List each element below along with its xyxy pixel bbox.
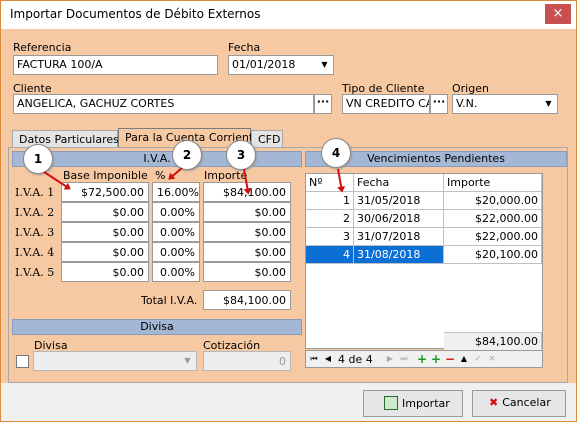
cancelar-label: Cancelar [502,396,551,409]
iva-row-label: I.V.A. 3 [15,226,55,239]
percent-input[interactable]: 0.00% [152,262,200,282]
percent-input[interactable]: 16.00% [152,182,200,202]
close-icon: × [552,6,564,21]
iva-band: I.V.A. [12,151,302,167]
total-iva-label: Total I.V.A. [141,294,198,307]
percent-input[interactable]: 0.00% [152,222,200,242]
cell-fecha[interactable]: 31/08/2018 [354,246,444,264]
cell-n[interactable]: 4 [306,246,354,264]
importe-input[interactable]: $0.00 [203,202,291,222]
import-dialog: Importar Documentos de Débito Externos ×… [0,0,577,422]
cancel-edit-icon[interactable]: ✕ [486,352,498,366]
tipo-cliente-input[interactable]: VN CREDITO CAS. [342,94,430,114]
col-base-imponible: Base Imponible [63,169,148,182]
title-bar: Importar Documentos de Débito Externos × [1,1,576,29]
iva-row-label: I.V.A. 1 [15,186,55,199]
total-iva-value: $84,100.00 [203,290,291,310]
chevron-down-icon[interactable]: ▼ [316,56,333,74]
cotizacion-input[interactable]: 0 [203,351,291,371]
chevron-down-icon[interactable]: ▼ [540,95,557,113]
percent-input[interactable]: 0.00% [152,202,200,222]
first-record-icon[interactable]: ⏮ [308,352,320,366]
grid-header-importe[interactable]: Importe [444,174,542,192]
callout-2: 2 [172,140,202,170]
referencia-label: Referencia [13,41,72,54]
insert-record-icon[interactable]: + [430,352,442,366]
tab-datos-particulares[interactable]: Datos Particulares [12,130,119,148]
close-button[interactable]: × [545,4,571,24]
base-imponible-input[interactable]: $72,500.00 [61,182,149,202]
last-record-icon[interactable]: ⏭ [398,352,410,366]
cell-fecha[interactable]: 30/06/2018 [354,210,444,228]
base-imponible-input[interactable]: $0.00 [61,202,149,222]
cliente-input[interactable]: ANGELICA, GACHUZ CORTES [13,94,314,114]
cell-importe[interactable]: $22,000.00 [444,228,542,246]
chevron-down-icon[interactable]: ▼ [179,352,196,370]
fecha-label: Fecha [228,41,261,54]
referencia-input[interactable]: FACTURA 100/A [13,55,218,75]
next-record-icon[interactable]: ▶ [384,352,396,366]
callout-3: 3 [226,140,256,170]
cancelar-button[interactable]: ✖ Cancelar [472,390,566,417]
importe-input[interactable]: $0.00 [203,262,291,282]
origen-value: V.N. [456,97,478,110]
iva-row-label: I.V.A. 5 [15,266,55,279]
divisa-band: Divisa [12,319,302,335]
post-record-icon[interactable]: ✓ [472,352,484,366]
cell-fecha[interactable]: 31/05/2018 [354,192,444,210]
col-importe: Importe [204,169,248,182]
nav-record-indicator: 4 de 4 [338,353,373,366]
base-imponible-input[interactable]: $0.00 [61,262,149,282]
percent-input[interactable]: 0.00% [152,242,200,262]
vencimientos-grid: Nº Fecha Importe 1 31/05/2018 $20,000.00… [305,173,543,350]
edit-record-icon[interactable]: ▲ [458,352,470,366]
cell-importe[interactable]: $22,000.00 [444,210,542,228]
cell-importe[interactable]: $20,100.00 [444,246,542,264]
importe-input[interactable]: $0.00 [203,222,291,242]
grid-header-fecha[interactable]: Fecha [354,174,444,192]
tipo-cliente-lookup-button[interactable]: ··· [430,94,448,114]
dialog-footer: Importar ✖ Cancelar [1,383,576,421]
fecha-value: 01/01/2018 [232,58,296,71]
base-imponible-input[interactable]: $0.00 [61,242,149,262]
cancel-x-icon: ✖ [489,396,499,409]
grid-header-n[interactable]: Nº [306,174,354,192]
cell-fecha[interactable]: 31/07/2018 [354,228,444,246]
iva-row-label: I.V.A. 4 [15,246,55,259]
cell-importe[interactable]: $20,000.00 [444,192,542,210]
cliente-lookup-button[interactable]: ··· [314,94,332,114]
col-percent: % [155,169,166,182]
vencimientos-total: $84,100.00 [444,332,542,350]
fecha-date-picker[interactable]: 01/01/2018 ▼ [228,55,334,75]
base-imponible-input[interactable]: $0.00 [61,222,149,242]
cell-n[interactable]: 1 [306,192,354,210]
delete-record-icon[interactable]: − [444,352,456,366]
tab-cfd[interactable]: CFD [251,130,283,148]
importar-button[interactable]: Importar [363,390,463,417]
cell-n[interactable]: 3 [306,228,354,246]
importe-input[interactable]: $0.00 [203,242,291,262]
prev-record-icon[interactable]: ◀ [322,352,334,366]
importar-label: Importar [402,397,450,410]
grid-navigator: ⏮ ◀ 4 de 4 ▶ ⏭ + + − ▲ ✓ ✕ [305,350,543,368]
add-record-icon[interactable]: + [416,352,428,366]
divisa-select[interactable]: ▼ [33,351,197,371]
cell-n[interactable]: 2 [306,210,354,228]
window-title: Importar Documentos de Débito Externos [10,7,261,21]
origen-select[interactable]: V.N. ▼ [452,94,558,114]
divisa-checkbox[interactable] [16,355,29,368]
callout-1: 1 [23,144,53,174]
callout-4: 4 [321,138,351,168]
iva-row-label: I.V.A. 2 [15,206,55,219]
import-icon [384,396,398,410]
